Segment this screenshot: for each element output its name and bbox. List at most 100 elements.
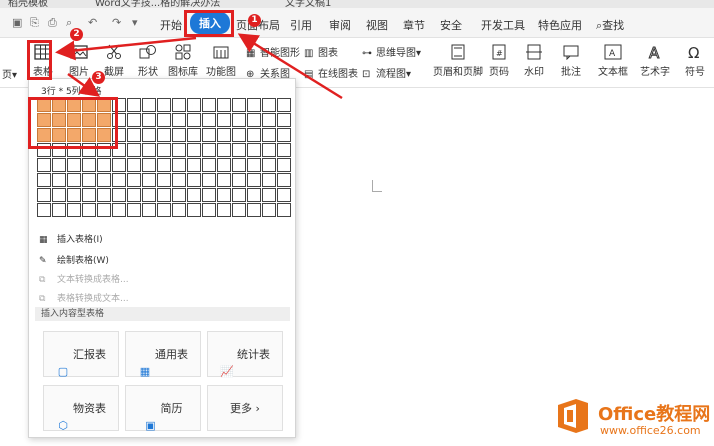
grid-cell[interactable] — [52, 203, 66, 217]
grid-cell[interactable] — [127, 173, 141, 187]
annotation-button[interactable]: 批注 — [558, 44, 584, 78]
grid-cell[interactable] — [277, 203, 291, 217]
screenshot-button[interactable]: 截屏 — [100, 44, 128, 78]
grid-cell[interactable] — [202, 173, 216, 187]
grid-cell[interactable] — [232, 158, 246, 172]
watermark-button[interactable]: 水印 — [520, 44, 548, 78]
tab-home[interactable]: 开始 — [160, 17, 182, 33]
grid-cell[interactable] — [142, 158, 156, 172]
grid-cell[interactable] — [97, 188, 111, 202]
grid-cell[interactable] — [217, 113, 231, 127]
grid-cell[interactable] — [217, 143, 231, 157]
grid-cell[interactable] — [247, 113, 261, 127]
grid-cell[interactable] — [202, 128, 216, 142]
grid-cell[interactable] — [262, 113, 276, 127]
wordart-button[interactable]: A 艺术字 — [638, 44, 672, 78]
tab-view[interactable]: 视图 — [366, 17, 388, 33]
grid-cell[interactable] — [157, 98, 171, 112]
page-number-button[interactable]: # 页码 — [486, 44, 512, 78]
tab-document-1[interactable]: 文字文稿1 — [285, 0, 331, 8]
grid-cell[interactable] — [37, 188, 51, 202]
grid-cell[interactable] — [187, 158, 201, 172]
quick-access-more-icon[interactable]: ▾ — [132, 16, 138, 29]
grid-cell[interactable] — [142, 203, 156, 217]
grid-cell[interactable] — [172, 173, 186, 187]
grid-cell[interactable] — [127, 143, 141, 157]
function-chart-button[interactable]: 功能图 — [204, 44, 238, 78]
grid-cell[interactable] — [187, 143, 201, 157]
grid-cell[interactable] — [277, 173, 291, 187]
symbol-button[interactable]: Ω 符号 — [680, 44, 710, 78]
grid-cell[interactable] — [157, 173, 171, 187]
shape-button[interactable]: 形状 — [134, 44, 162, 78]
grid-cell[interactable] — [187, 188, 201, 202]
grid-cell[interactable] — [172, 113, 186, 127]
grid-cell[interactable] — [127, 203, 141, 217]
grid-cell[interactable] — [142, 143, 156, 157]
grid-cell[interactable] — [202, 188, 216, 202]
save-icon[interactable]: ▣ — [12, 16, 22, 29]
grid-cell[interactable] — [127, 128, 141, 142]
grid-cell[interactable] — [232, 98, 246, 112]
grid-cell[interactable] — [247, 158, 261, 172]
grid-cell[interactable] — [97, 203, 111, 217]
grid-cell[interactable] — [97, 173, 111, 187]
grid-cell[interactable] — [82, 203, 96, 217]
flowchart-button[interactable]: ⊡ 流程图▾ — [362, 65, 411, 81]
grid-cell[interactable] — [232, 113, 246, 127]
grid-cell[interactable] — [142, 113, 156, 127]
grid-cell[interactable] — [277, 158, 291, 172]
grid-cell[interactable] — [247, 128, 261, 142]
online-chart-button[interactable]: ▤ 在线图表 — [304, 65, 358, 81]
grid-cell[interactable] — [52, 173, 66, 187]
grid-cell[interactable] — [202, 113, 216, 127]
tab-docer-template[interactable]: 稻壳模板 — [8, 0, 48, 8]
tab-references[interactable]: 引用 — [290, 17, 312, 33]
grid-cell[interactable] — [262, 188, 276, 202]
grid-cell[interactable] — [142, 173, 156, 187]
grid-cell[interactable] — [262, 128, 276, 142]
grid-cell[interactable] — [187, 98, 201, 112]
grid-cell[interactable] — [142, 98, 156, 112]
grid-cell[interactable] — [172, 98, 186, 112]
grid-cell[interactable] — [67, 173, 81, 187]
grid-cell[interactable] — [217, 158, 231, 172]
grid-cell[interactable] — [217, 98, 231, 112]
grid-cell[interactable] — [262, 143, 276, 157]
grid-cell[interactable] — [172, 203, 186, 217]
grid-cell[interactable] — [202, 203, 216, 217]
tab-review[interactable]: 审阅 — [329, 17, 351, 33]
general-table-card[interactable]: ▦ 通用表 — [125, 331, 201, 378]
grid-cell[interactable] — [247, 143, 261, 157]
grid-cell[interactable] — [172, 128, 186, 142]
undo-icon[interactable]: ↶ — [88, 16, 97, 29]
grid-cell[interactable] — [127, 113, 141, 127]
grid-cell[interactable] — [277, 188, 291, 202]
grid-cell[interactable] — [82, 173, 96, 187]
grid-cell[interactable] — [172, 158, 186, 172]
grid-cell[interactable] — [157, 158, 171, 172]
grid-cell[interactable] — [52, 158, 66, 172]
export-icon[interactable]: ⎘ — [30, 16, 39, 30]
grid-cell[interactable] — [157, 188, 171, 202]
grid-cell[interactable] — [157, 143, 171, 157]
preview-icon[interactable]: ⌕ — [66, 16, 72, 30]
grid-cell[interactable] — [67, 158, 81, 172]
tab-word-tips-doc[interactable]: Word文字技...格的解决办法 — [95, 0, 220, 8]
grid-cell[interactable] — [157, 113, 171, 127]
icon-library-button[interactable]: 图标库 — [168, 44, 198, 78]
grid-cell[interactable] — [37, 173, 51, 187]
grid-cell[interactable] — [157, 203, 171, 217]
grid-cell[interactable] — [232, 203, 246, 217]
grid-cell[interactable] — [172, 188, 186, 202]
grid-cell[interactable] — [67, 188, 81, 202]
grid-cell[interactable] — [82, 158, 96, 172]
grid-cell[interactable] — [232, 128, 246, 142]
search-button[interactable]: ⌕查找 — [596, 17, 624, 33]
grid-cell[interactable] — [262, 203, 276, 217]
grid-cell[interactable] — [142, 188, 156, 202]
more-tables-card[interactable]: 更多 › — [207, 385, 283, 431]
grid-cell[interactable] — [247, 203, 261, 217]
grid-cell[interactable] — [37, 158, 51, 172]
materials-table-card[interactable]: ⬡ 物资表 — [43, 385, 119, 432]
